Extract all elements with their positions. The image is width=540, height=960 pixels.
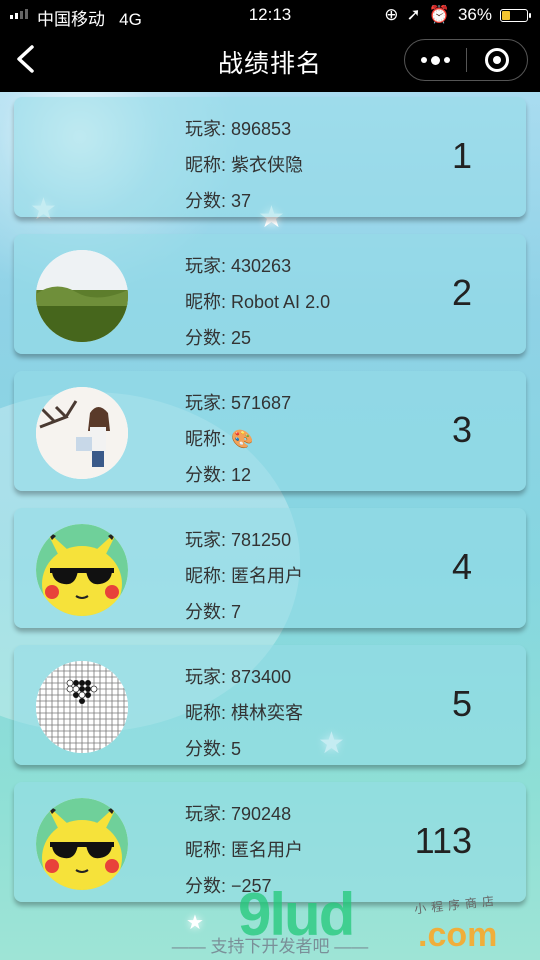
score-label: 分数:	[185, 191, 232, 211]
score-row: 分数: 37	[185, 183, 303, 219]
battery-icon	[500, 8, 531, 22]
nickname-label: 昵称:	[185, 566, 232, 586]
status-right: ⊕ ➚ ⏰ 36%	[384, 5, 531, 25]
player-id-label: 玩家:	[185, 530, 232, 550]
nickname-label: 昵称:	[185, 703, 232, 723]
score-row: 分数: 12	[185, 457, 291, 493]
score-label: 分数:	[185, 739, 232, 759]
score-label: 分数:	[185, 465, 232, 485]
nickname-label: 昵称:	[185, 429, 232, 449]
player-info: 玩家: 571687 昵称: 🎨 分数: 12	[185, 385, 291, 493]
score-row: 分数: 5	[185, 731, 303, 767]
player-id-value: 430263	[231, 256, 292, 276]
nickname-value: 匿名用户	[231, 566, 304, 586]
player-id-label: 玩家:	[185, 667, 232, 687]
nickname-row: 昵称: 匿名用户	[185, 558, 303, 594]
player-info: 玩家: 896853 昵称: 紫衣侠隐 分数: 37	[185, 111, 303, 219]
watermark-brand: 9lud	[238, 881, 355, 948]
nickname-row: 昵称: 匿名用户	[185, 832, 303, 868]
score-value: 37	[231, 191, 252, 211]
score-value: 7	[231, 602, 242, 622]
score-label: 分数:	[185, 328, 232, 348]
player-id-value: 571687	[231, 393, 292, 413]
rotation-lock-icon: ⊕	[384, 5, 399, 24]
avatar	[36, 250, 128, 342]
nickname-label: 昵称:	[185, 155, 232, 175]
nickname-row: 昵称: 紫衣侠隐	[185, 147, 303, 183]
score-value: 5	[231, 739, 242, 759]
ranking-card[interactable]: 玩家: 781250 昵称: 匿名用户 分数: 74	[14, 508, 526, 628]
score-label: 分数:	[185, 876, 232, 896]
status-bar: 中国移动 4G 12:13 ⊕ ➚ ⏰ 36%	[0, 0, 540, 30]
player-id-value: 790248	[231, 804, 292, 824]
rank-number: 3	[451, 409, 472, 450]
alarm-icon: ⏰	[428, 5, 450, 24]
watermark-domain: .com	[418, 916, 498, 954]
score-label: 分数:	[185, 602, 232, 622]
avatar	[36, 661, 128, 753]
player-id-label: 玩家:	[185, 256, 232, 276]
ranking-card[interactable]: 玩家: 430263 昵称: Robot AI 2.0 分数: 25 2	[14, 234, 526, 354]
more-dots-icon	[420, 55, 450, 65]
miniprogram-capsule	[404, 39, 528, 81]
player-id-row: 玩家: 790248	[185, 796, 303, 832]
nickname-value: Robot AI 2.0	[231, 292, 331, 312]
score-value: 12	[231, 465, 252, 485]
target-circle-icon	[484, 48, 509, 72]
player-id-value: 873400	[231, 667, 292, 687]
avatar	[36, 798, 128, 890]
battery-percent: 36%	[457, 5, 492, 24]
nickname-row: 昵称: Robot AI 2.0	[185, 284, 330, 320]
nickname-value: 匿名用户	[231, 840, 304, 860]
player-id-row: 玩家: 896853	[185, 111, 303, 147]
rank-number: 1	[451, 135, 472, 176]
rank-number: 4	[451, 546, 472, 587]
player-id-value: 896853	[231, 119, 292, 139]
rank-number: 113	[414, 820, 472, 861]
player-id-label: 玩家:	[185, 393, 232, 413]
top-bar: 中国移动 4G 12:13 ⊕ ➚ ⏰ 36% 战绩排名	[0, 0, 540, 92]
score-row: 分数: 7	[185, 594, 303, 630]
more-button[interactable]	[405, 40, 466, 80]
player-info: 玩家: 873400 昵称: 棋林奕客 分数: 5	[185, 659, 303, 767]
score-value: 25	[231, 328, 252, 348]
nickname-label: 昵称:	[185, 840, 232, 860]
avatar	[36, 524, 128, 616]
rank-number: 2	[451, 272, 472, 313]
player-id-row: 玩家: 571687	[185, 385, 291, 421]
location-icon: ➚	[406, 5, 421, 24]
ranking-card[interactable]: 玩家: 873400 昵称: 棋林奕客 分数: 55	[14, 645, 526, 765]
player-id-row: 玩家: 430263	[185, 248, 330, 284]
player-id-row: 玩家: 873400	[185, 659, 303, 695]
player-id-value: 781250	[231, 530, 292, 550]
player-id-label: 玩家:	[185, 119, 232, 139]
player-id-row: 玩家: 781250	[185, 522, 303, 558]
nickname-value: 🎨	[231, 429, 254, 449]
rank-number: 5	[451, 683, 472, 724]
ranking-card[interactable]: 玩家: 896853 昵称: 紫衣侠隐 分数: 37 1	[14, 97, 526, 217]
nickname-label: 昵称:	[185, 292, 232, 312]
avatar	[36, 387, 128, 479]
player-info: 玩家: 430263 昵称: Robot AI 2.0 分数: 25	[185, 248, 330, 356]
navigation-bar: 战绩排名	[0, 30, 540, 92]
nickname-value: 棋林奕客	[231, 703, 304, 723]
ranking-card[interactable]: 玩家: 571687 昵称: 🎨 分数: 12 3	[14, 371, 526, 491]
nickname-row: 昵称: 🎨	[185, 421, 291, 457]
player-id-label: 玩家:	[185, 804, 232, 824]
score-row: 分数: 25	[185, 320, 330, 356]
nickname-row: 昵称: 棋林奕客	[185, 695, 303, 731]
nickname-value: 紫衣侠隐	[231, 155, 304, 175]
player-info: 玩家: 781250 昵称: 匿名用户 分数: 7	[185, 522, 303, 630]
close-miniprogram-button[interactable]	[467, 40, 528, 80]
